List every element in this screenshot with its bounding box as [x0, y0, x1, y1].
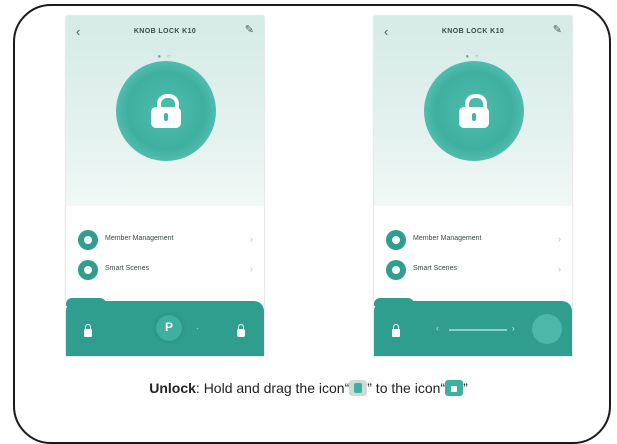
- member-icon: [78, 230, 98, 250]
- chevron-right-icon: ›: [558, 234, 561, 244]
- chevron-right-icon: ›: [250, 234, 253, 244]
- lock-icon: [392, 324, 400, 337]
- device-title: KNOB LOCK K10: [441, 28, 505, 35]
- pager-dots: ● ○: [465, 54, 481, 60]
- track-dot: ·: [196, 324, 199, 333]
- device-title: KNOB LOCK K10: [133, 28, 197, 35]
- menu-label: Member Management: [413, 235, 482, 242]
- chevron-right-icon: ›: [250, 264, 253, 274]
- menu-label: Smart Scenes: [413, 265, 457, 272]
- instruction-caption: Unlock: Hold and drag the icon“ ” to the …: [0, 380, 617, 396]
- caption-text-1: : Hold and drag the icon“: [195, 380, 350, 396]
- unlock-icon[interactable]: [237, 324, 245, 337]
- track-chevron-right: ›: [512, 324, 515, 333]
- menu-label: Smart Scenes: [105, 265, 149, 272]
- padlock-icon: [459, 94, 489, 128]
- menu-item-member-management[interactable]: Member Management ›: [78, 230, 253, 250]
- track-chevron-left: ‹: [436, 324, 439, 333]
- drag-knob-icon: [349, 380, 368, 396]
- member-icon: [386, 230, 406, 250]
- knob-label: P: [165, 320, 174, 334]
- edit-icon[interactable]: ✎: [245, 23, 254, 36]
- scenes-icon: [386, 260, 406, 280]
- drag-knob[interactable]: P: [156, 315, 182, 341]
- phone-screen-before: ‹ KNOB LOCK K10 ✎ ● ○ Member Management …: [66, 16, 264, 356]
- chevron-right-icon: ›: [558, 264, 561, 274]
- menu-label: Member Management: [105, 235, 174, 242]
- menu-item-smart-scenes[interactable]: Smart Scenes ›: [78, 260, 253, 280]
- slider-track: [449, 329, 507, 331]
- caption-bold: Unlock: [149, 380, 196, 396]
- caption-text-2: ” to the icon“: [367, 380, 446, 396]
- unlock-target-icon: [445, 380, 464, 396]
- menu-item-member-management[interactable]: Member Management ›: [386, 230, 561, 250]
- edit-icon[interactable]: ✎: [553, 23, 562, 36]
- phone-screen-after: ‹ KNOB LOCK K10 ✎ ● ○ Member Management …: [374, 16, 572, 356]
- scenes-icon: [78, 260, 98, 280]
- padlock-icon: [151, 94, 181, 128]
- menu-item-smart-scenes[interactable]: Smart Scenes ›: [386, 260, 561, 280]
- pager-dots: ● ○: [157, 54, 173, 60]
- drag-knob-dropped[interactable]: [532, 314, 562, 344]
- lock-icon: [84, 324, 92, 337]
- caption-text-3: ”: [463, 380, 468, 396]
